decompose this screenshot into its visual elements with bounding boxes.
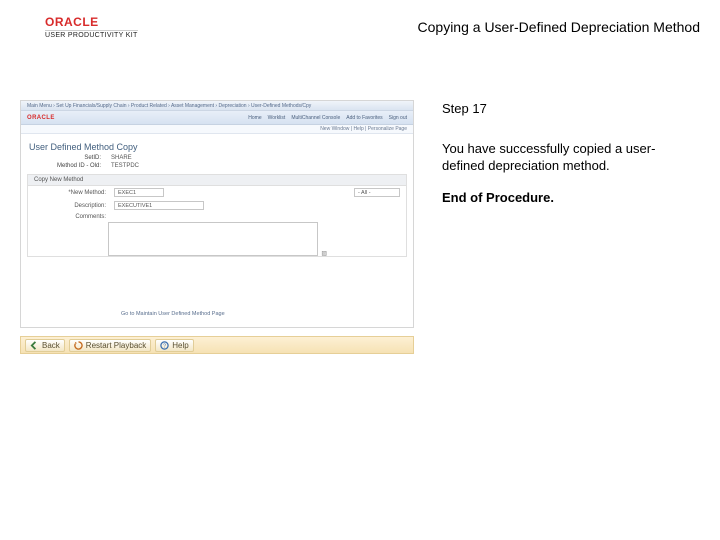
section-heading: Copy New Method xyxy=(28,175,406,186)
page-title: Copying a User-Defined Depreciation Meth… xyxy=(418,19,700,35)
link-signout: Sign out xyxy=(389,115,407,121)
reset-icon xyxy=(74,341,83,350)
instruction-column: Step 17 You have successfully copied a u… xyxy=(442,100,694,360)
help-icon: ? xyxy=(160,341,169,350)
description-label: Description: xyxy=(34,203,106,209)
svg-text:?: ? xyxy=(163,343,166,349)
app-logo: ORACLE xyxy=(27,115,55,121)
comments-label: Comments: xyxy=(34,214,106,220)
oracle-upk-logo: ORACLE USER PRODUCTIVITY KIT xyxy=(45,15,138,39)
portal-links: Home Worklist MultiChannel Console Add t… xyxy=(248,115,407,121)
link-worklist: Worklist xyxy=(268,115,286,121)
setid-value: SHARE xyxy=(111,155,132,161)
link-mcc: MultiChannel Console xyxy=(291,115,340,121)
back-label: Back xyxy=(42,341,60,350)
player-toolbar: Back Restart Playback ? Help xyxy=(20,336,414,354)
sub-toolbar: New Window | Help | Personalize Page xyxy=(21,125,413,134)
logo-subtext: USER PRODUCTIVITY KIT xyxy=(45,30,138,39)
help-label: Help xyxy=(172,341,188,350)
end-of-procedure: End of Procedure. xyxy=(442,189,694,207)
row-comments: Comments: xyxy=(28,212,406,222)
screenshot-column: Main Menu › Set Up Financials/Supply Cha… xyxy=(20,100,414,360)
step-body: You have successfully copied a user-defi… xyxy=(442,140,694,175)
link-home: Home xyxy=(248,115,261,121)
resize-icon: ▨ xyxy=(321,250,327,257)
back-button[interactable]: Back xyxy=(25,339,65,352)
back-icon xyxy=(30,341,39,350)
method-value: TESTPDC xyxy=(111,163,139,169)
new-method-label: *New Method: xyxy=(34,190,106,196)
form-title: User Defined Method Copy xyxy=(21,134,413,154)
breadcrumb: Main Menu › Set Up Financials/Supply Cha… xyxy=(21,101,413,111)
setid-label: SetID: xyxy=(29,155,101,161)
description-input: EXECUTIVE1 xyxy=(114,201,204,210)
row-description: Description: EXECUTIVE1 xyxy=(28,199,406,212)
comments-textarea: ▨ xyxy=(108,222,318,256)
new-method-input: EXEC1 xyxy=(114,188,164,197)
restart-playback-button[interactable]: Restart Playback xyxy=(69,339,151,352)
logo-text: ORACLE xyxy=(45,15,138,29)
help-button[interactable]: ? Help xyxy=(155,339,193,352)
row-method-old: Method ID - Old: TESTPDC xyxy=(21,162,413,170)
header: ORACLE USER PRODUCTIVITY KIT Copying a U… xyxy=(45,10,700,44)
new-method-select: - All - xyxy=(354,188,400,197)
content-row: Main Menu › Set Up Financials/Supply Cha… xyxy=(20,100,700,360)
link-fav: Add to Favorites xyxy=(346,115,382,121)
method-label: Method ID - Old: xyxy=(29,163,101,169)
row-new-method: *New Method: EXEC1 - All - xyxy=(28,186,406,199)
footer-link: Go to Maintain User Defined Method Page xyxy=(121,311,225,317)
copy-section: Copy New Method *New Method: EXEC1 - All… xyxy=(27,174,407,257)
row-setid: SetID: SHARE xyxy=(21,154,413,162)
app-screenshot: Main Menu › Set Up Financials/Supply Cha… xyxy=(20,100,414,328)
app-header: ORACLE Home Worklist MultiChannel Consol… xyxy=(21,111,413,125)
step-label: Step 17 xyxy=(442,100,694,118)
restart-label: Restart Playback xyxy=(86,341,146,350)
